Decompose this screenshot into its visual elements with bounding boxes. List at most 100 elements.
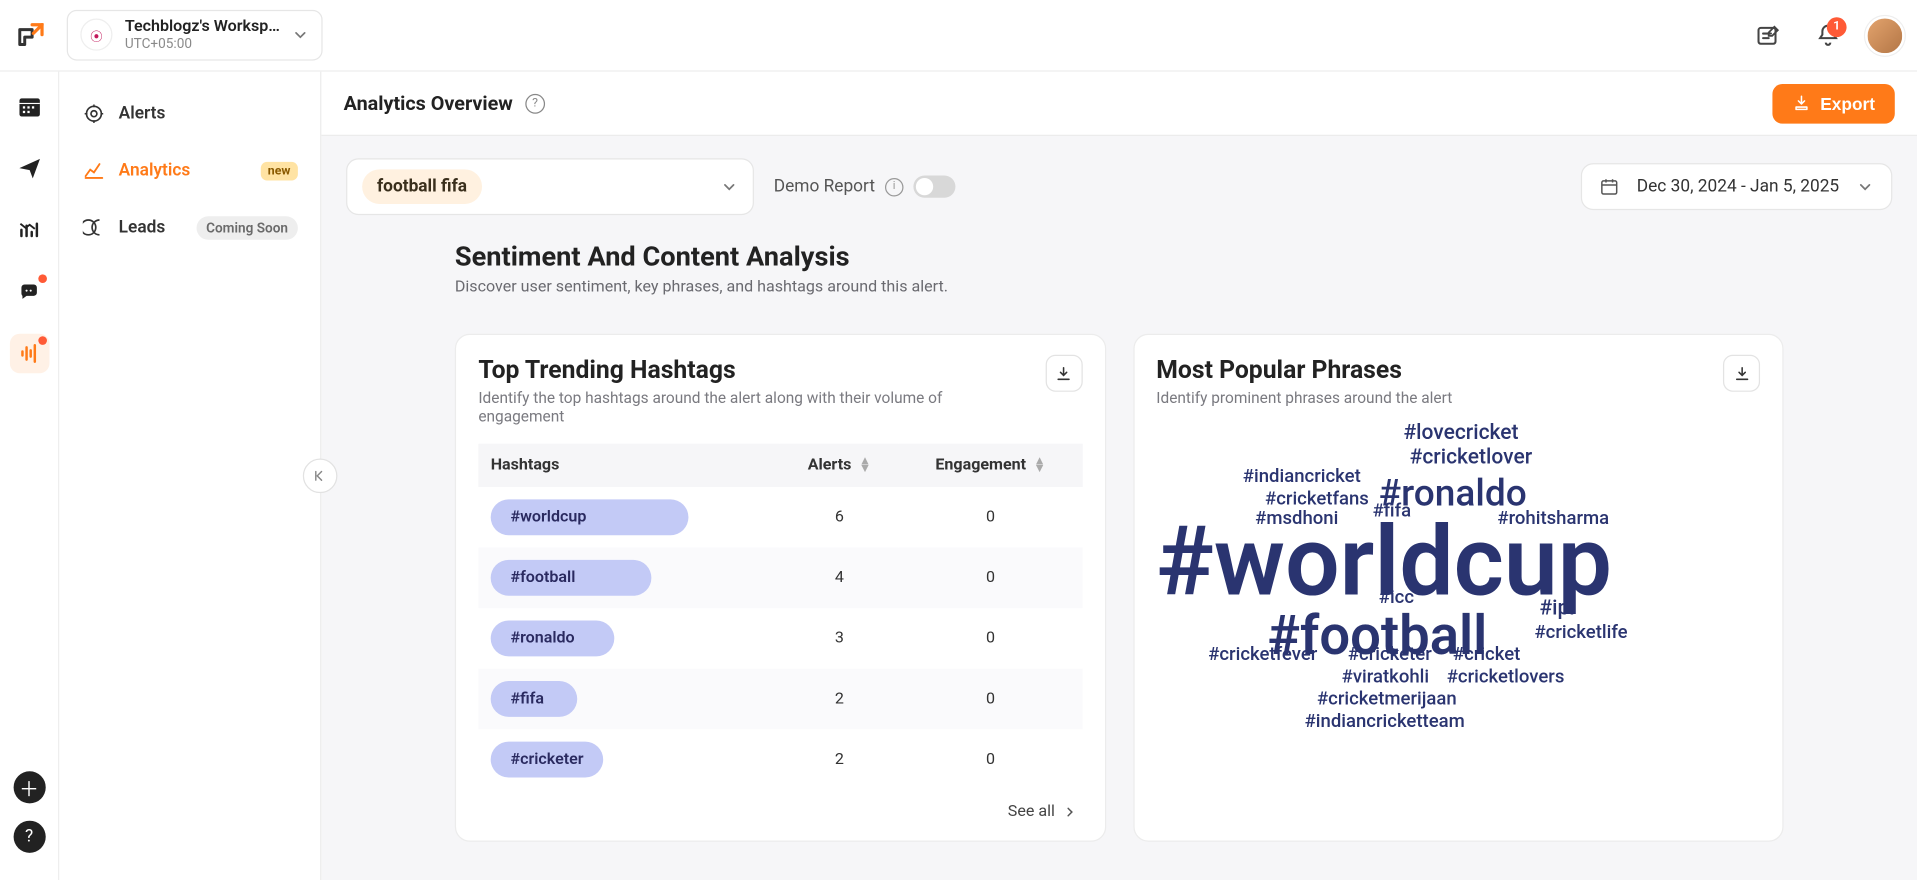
rail-help-button[interactable]: ?	[13, 821, 45, 853]
phrases-card-title: Most Popular Phrases	[1156, 355, 1452, 385]
rail-listening-dot-icon	[38, 336, 47, 345]
col-engagement[interactable]: Engagement▲▼	[899, 444, 1082, 487]
sidenav-item-analytics[interactable]: Analytics new	[72, 146, 308, 195]
notifications-icon[interactable]: 1	[1806, 13, 1850, 57]
hashtag-pill[interactable]: #football	[491, 560, 652, 596]
chevron-down-icon	[292, 27, 309, 44]
alerts-value: 3	[780, 608, 899, 669]
col-alerts[interactable]: Alerts▲▼	[780, 444, 899, 487]
phrases-card-subtitle: Identify prominent phrases around the al…	[1156, 389, 1452, 408]
chevron-down-icon	[721, 178, 738, 195]
engagement-value: 0	[899, 608, 1082, 669]
rail-chat-dot-icon	[38, 274, 47, 283]
coming-soon-badge: Coming Soon	[196, 216, 298, 239]
analytics-icon	[82, 158, 107, 183]
section-title: Sentiment And Content Analysis	[455, 242, 1784, 273]
engagement-value: 0	[899, 487, 1082, 548]
cloud-word[interactable]: #indiancricket	[1243, 465, 1361, 487]
sidenav-item-label: Leads	[119, 218, 166, 238]
alerts-value: 6	[780, 487, 899, 548]
rail-send-icon[interactable]	[9, 148, 49, 188]
table-row: #ronaldo 30	[478, 608, 1082, 669]
cloud-word[interactable]: #cricketlife	[1534, 620, 1627, 642]
download-button[interactable]	[1723, 355, 1760, 392]
hashtag-pill[interactable]: #worldcup	[491, 499, 689, 535]
cloud-word[interactable]: #ipl	[1539, 596, 1574, 621]
date-range-selector[interactable]: Dec 30, 2024 - Jan 5, 2025	[1581, 163, 1892, 210]
workspace-selector[interactable]: ⦿ Techblogz's Worksp… UTC+05:00	[67, 10, 323, 60]
main-content: Analytics Overview ? Export football fif…	[321, 72, 1917, 880]
sidenav: Alerts Analytics new Leads Coming Soon	[59, 72, 321, 880]
section-subtitle: Discover user sentiment, key phrases, an…	[455, 278, 1784, 297]
hashtags-table: Hashtags Alerts▲▼ Engagement▲▼ #worldcup…	[478, 444, 1082, 790]
table-row: #fifa 20	[478, 669, 1082, 730]
demo-report-toggle-group: Demo Report i	[774, 176, 956, 198]
alerts-value: 2	[780, 729, 899, 790]
table-row: #worldcup 60	[478, 487, 1082, 548]
cloud-word[interactable]: #cricketmerijaan	[1317, 687, 1457, 709]
collapse-sidenav-button[interactable]	[303, 459, 338, 494]
notification-count-badge: 1	[1827, 17, 1847, 37]
download-button[interactable]	[1045, 355, 1082, 392]
topbar: ⦿ Techblogz's Worksp… UTC+05:00 1	[0, 0, 1917, 72]
alerts-value: 2	[780, 669, 899, 730]
demo-report-toggle[interactable]	[913, 176, 955, 198]
cloud-word[interactable]: #cricketlovers	[1447, 665, 1565, 687]
hashtags-card-subtitle: Identify the top hashtags around the ale…	[478, 389, 997, 426]
workspace-avatar-icon: ⦿	[80, 19, 112, 51]
rail-add-button[interactable]: ＋	[13, 771, 45, 803]
hashtag-pill[interactable]: #ronaldo	[491, 620, 615, 656]
rail-analytics-icon[interactable]	[9, 210, 49, 250]
workspace-name: Techblogz's Worksp…	[125, 19, 280, 37]
col-hashtags[interactable]: Hashtags	[478, 444, 779, 487]
filter-row: football fifa Demo Report i	[346, 158, 1892, 215]
sidenav-item-leads[interactable]: Leads Coming Soon	[72, 203, 308, 252]
info-icon[interactable]: i	[885, 177, 904, 196]
table-row: #football 40	[478, 548, 1082, 609]
leads-icon	[82, 215, 107, 240]
cloud-word[interactable]: #cricketlover	[1410, 445, 1532, 470]
see-all-link[interactable]: See all	[478, 790, 1082, 821]
demo-report-label: Demo Report	[774, 177, 875, 197]
nav-rail: ＋ ?	[0, 72, 59, 880]
cloud-word[interactable]: #rohitsharma	[1497, 507, 1609, 529]
alert-selector[interactable]: football fifa	[346, 158, 754, 215]
workspace-timezone: UTC+05:00	[125, 37, 280, 52]
engagement-value: 0	[899, 548, 1082, 609]
cloud-word[interactable]: #lovecricket	[1403, 420, 1518, 445]
alerts-icon	[82, 101, 107, 126]
rail-chat-icon[interactable]	[9, 272, 49, 312]
rail-listening-icon[interactable]	[9, 334, 49, 374]
cloud-word[interactable]: #indiancricketteam	[1305, 709, 1465, 731]
hashtag-pill[interactable]: #cricketer	[491, 742, 604, 778]
date-range-label: Dec 30, 2024 - Jan 5, 2025	[1637, 177, 1839, 197]
hashtag-pill[interactable]: #fifa	[491, 681, 578, 717]
word-cloud: #worldcup#football#ronaldo#lovecricket#c…	[1156, 420, 1760, 766]
chevron-down-icon	[1856, 178, 1873, 195]
sort-icon: ▲▼	[1034, 458, 1046, 473]
sidenav-item-label: Analytics	[119, 161, 191, 181]
sort-icon: ▲▼	[859, 458, 871, 473]
hashtags-card-title: Top Trending Hashtags	[478, 355, 997, 385]
cloud-word[interactable]: #icc	[1379, 586, 1414, 608]
help-icon[interactable]: ?	[525, 93, 545, 113]
cloud-word[interactable]: #cricketfever	[1208, 643, 1317, 665]
sidenav-item-alerts[interactable]: Alerts	[72, 89, 308, 138]
engagement-value: 0	[899, 669, 1082, 730]
cloud-word[interactable]: #msdhoni	[1255, 507, 1338, 529]
user-avatar[interactable]	[1865, 15, 1905, 55]
alert-chip: football fifa	[362, 169, 482, 204]
compose-icon[interactable]	[1746, 13, 1790, 57]
cloud-word[interactable]: #cricket	[1453, 643, 1520, 665]
brand-logo-icon[interactable]	[10, 14, 52, 56]
table-row: #cricketer 20	[478, 729, 1082, 790]
alerts-value: 4	[780, 548, 899, 609]
phrases-card: Most Popular Phrases Identify prominent …	[1133, 334, 1784, 842]
main-header: Analytics Overview ? Export	[321, 72, 1917, 136]
engagement-value: 0	[899, 729, 1082, 790]
cloud-word[interactable]: #viratkohli	[1342, 665, 1429, 687]
cloud-word[interactable]: #fifa	[1373, 499, 1412, 521]
rail-calendar-icon[interactable]	[9, 87, 49, 127]
export-button[interactable]: Export	[1772, 83, 1895, 123]
cloud-word[interactable]: #cricketer	[1348, 643, 1432, 665]
